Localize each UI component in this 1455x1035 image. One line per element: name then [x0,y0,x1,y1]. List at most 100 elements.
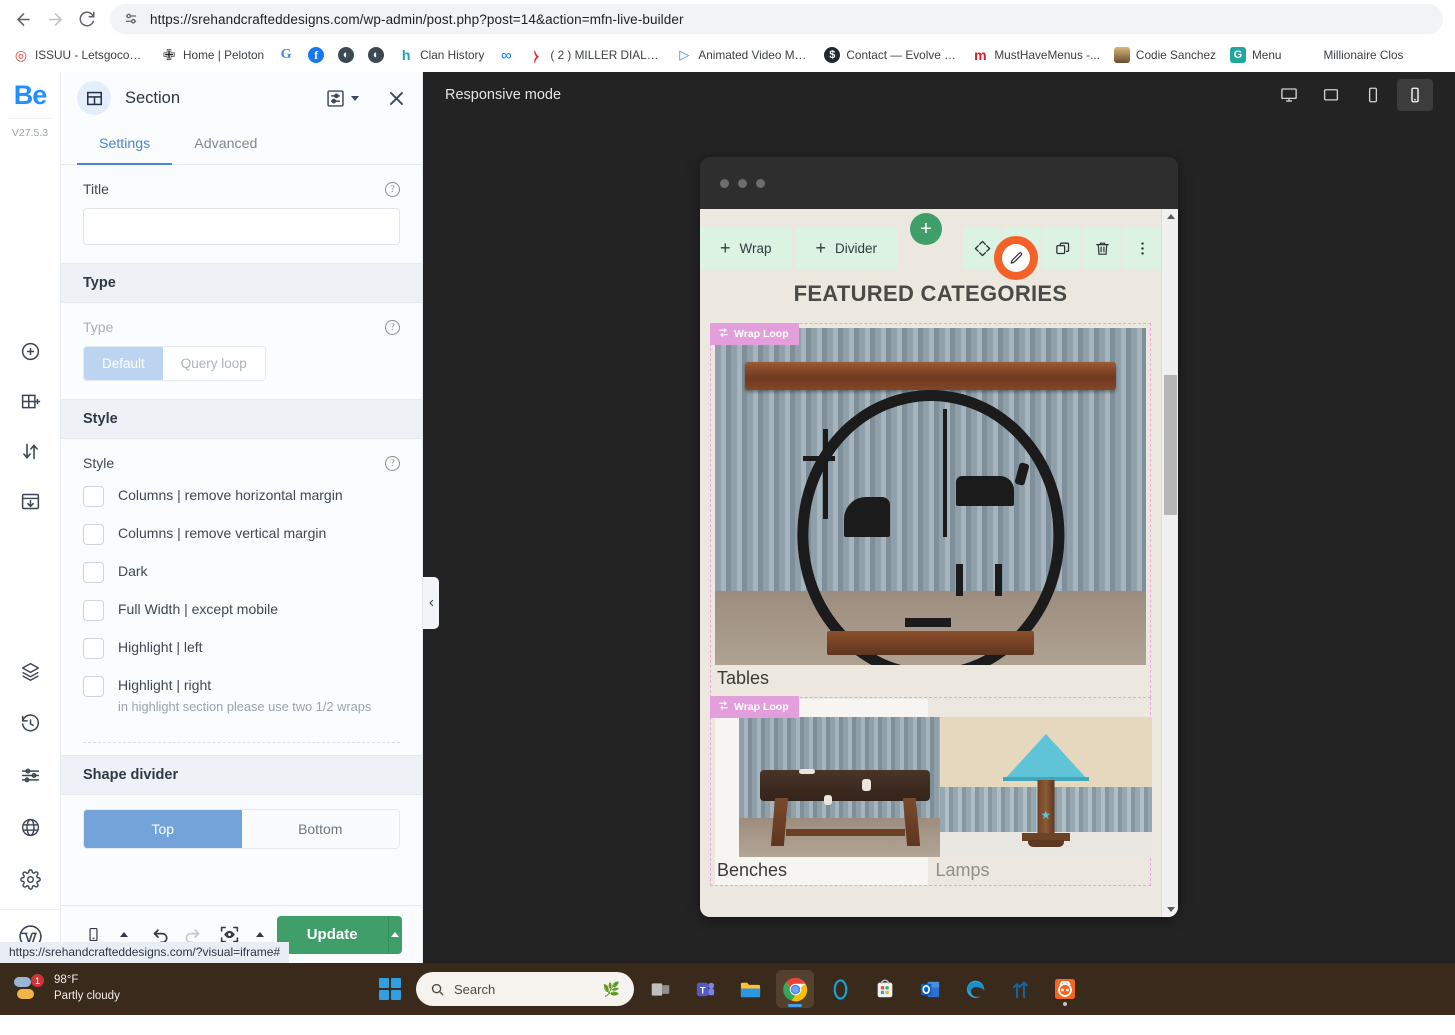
checkbox-box[interactable] [83,600,104,621]
bookmark-facebook[interactable]: f [301,44,331,66]
bookmark-miller-dialar[interactable]: ⧽ ( 2 ) MILLER DIALAR... [521,44,669,66]
add-wrap-button[interactable]: + Wrap [700,227,792,269]
checkbox-highlight-right[interactable]: Highlight | right in highlight section p… [83,667,400,724]
title-field-group: Title ? [61,165,422,263]
microsoft-edge-icon[interactable] [956,970,994,1008]
help-icon[interactable]: ? [385,319,400,335]
panel-collapse-handle[interactable] [423,577,439,629]
category-card-benches[interactable]: Benches [715,699,952,885]
forward-arrow-icon[interactable] [40,4,70,34]
import-template-icon[interactable] [14,485,46,517]
checkbox-highlight-left[interactable]: Highlight | left [83,629,400,667]
shape-divider-option-top[interactable]: Top [84,810,242,849]
shape-divider-option-bottom[interactable]: Bottom [241,810,399,849]
chevron-down-icon[interactable] [351,95,359,101]
task-view-icon[interactable] [641,970,679,1008]
bookmark-menu[interactable]: G Menu [1223,44,1289,66]
google-chrome-icon[interactable] [776,970,814,1008]
bookmark-animated-video[interactable]: ▷ Animated Video Ma... [669,44,817,66]
style-field-label: Style [83,455,115,471]
checkbox-box[interactable] [83,562,104,583]
globe-dark-icon: ◐ [338,47,355,63]
globe-icon[interactable] [14,811,46,843]
edit-pencil-highlight[interactable] [994,236,1038,280]
tablet-portrait-view-icon[interactable] [1355,79,1391,111]
checkbox-full-width-except-mobile[interactable]: Full Width | except mobile [83,591,400,629]
presets-icon[interactable] [325,88,359,109]
bookmark-peloton[interactable]: ✙ Home | Peloton [154,44,271,66]
bookmark-globe-2[interactable]: ◐ [361,44,391,66]
update-button-label[interactable]: Update [277,916,388,954]
history-icon[interactable] [14,707,46,739]
bookmark-millionaire-closer[interactable]: Millionaire Clos [1316,45,1410,65]
add-layout-icon[interactable] [14,385,46,417]
wrap-loop-benches-lamps[interactable]: Wrap Loop Benches ★ Lamps [710,696,1152,886]
type-option-query-loop[interactable]: Query loop [162,347,265,380]
bookmarks-bar: ◎ ISSUU - Letsgocoup... ✙ Home | Peloton… [0,38,1455,72]
update-button[interactable]: Update [276,915,403,954]
bookmark-musthavemenus[interactable]: m MustHaveMenus -... [965,44,1107,66]
section-icon [77,81,111,115]
preview-scrollbar[interactable] [1161,209,1178,917]
mobile-view-icon[interactable] [1397,79,1433,111]
duplicate-icon[interactable] [1043,227,1081,269]
scroll-down-arrow[interactable] [1162,902,1178,917]
microsoft-store-icon[interactable] [866,970,904,1008]
delete-trash-icon[interactable] [1083,227,1121,269]
checkbox-box[interactable] [83,638,104,659]
scrollbar-thumb[interactable] [1164,375,1177,515]
title-input[interactable] [83,208,400,245]
settings-gear-icon[interactable] [14,863,46,895]
help-icon[interactable]: ? [385,181,400,197]
update-dropdown-toggle[interactable] [387,915,402,954]
options-icon[interactable] [14,759,46,791]
wrap-loop-badge[interactable]: Wrap Loop [710,696,799,718]
add-item-icon[interactable] [14,335,46,367]
checkbox-box[interactable] [83,676,104,697]
wrap-loop-badge[interactable]: Wrap Loop [710,323,799,345]
file-explorer-icon[interactable] [731,970,769,1008]
category-card-tables[interactable]: Tables [711,324,1150,697]
bookmark-globe-1[interactable]: ◐ [331,44,361,66]
layers-icon[interactable] [14,655,46,687]
type-option-default[interactable]: Default [84,347,163,380]
category-card-lamps[interactable]: ★ Lamps [934,699,1152,885]
microsoft-outlook-icon[interactable] [911,970,949,1008]
microsoft-teams-icon[interactable]: T [686,970,724,1008]
microsoft-copilot-icon[interactable] [821,970,859,1008]
orange-app-icon[interactable] [1046,970,1084,1008]
bookmark-label: Codie Sanchez [1135,48,1216,62]
add-divider-button[interactable]: + Divider [795,227,898,269]
add-section-button[interactable]: + [910,213,942,245]
back-arrow-icon[interactable] [8,4,38,34]
bookmark-evolve-contact[interactable]: $ Contact — Evolve H... [817,44,965,66]
checkbox-columns-remove-vertical-margin[interactable]: Columns | remove vertical margin [83,515,400,553]
bookmark-clan-history[interactable]: h Clan History [391,44,491,66]
bookmark-google[interactable]: G [271,44,301,66]
address-bar[interactable]: https://srehandcrafteddesigns.com/wp-adm… [110,4,1443,34]
upward-arrows-icon[interactable] [1001,970,1039,1008]
tab-settings[interactable]: Settings [77,124,173,165]
taskbar-search[interactable]: Search 🌿 [416,972,634,1006]
checkbox-box[interactable] [83,486,104,507]
bookmark-meta[interactable]: ∞ [491,44,521,66]
bookmark-codie-sanchez[interactable]: Codie Sanchez [1107,44,1223,66]
window-dot-yellow [738,178,747,188]
reload-icon[interactable] [72,4,102,34]
reorder-icon[interactable] [14,435,46,467]
windows-start-icon[interactable] [371,970,409,1008]
checkbox-box[interactable] [83,524,104,545]
close-icon[interactable] [387,89,406,108]
site-settings-icon[interactable] [122,10,140,28]
lamps-category-image: ★ [939,717,1152,857]
tab-advanced[interactable]: Advanced [172,124,279,165]
more-options-icon[interactable] [1123,227,1161,269]
wrap-loop-tables[interactable]: Wrap Loop Tables [710,323,1151,698]
help-icon[interactable]: ? [385,455,400,471]
checkbox-dark[interactable]: Dark [83,553,400,591]
tablet-view-icon[interactable] [1313,79,1349,111]
checkbox-columns-remove-horizontal-margin[interactable]: Columns | remove horizontal margin [83,477,400,515]
bookmark-issuu[interactable]: ◎ ISSUU - Letsgocoup... [6,44,154,66]
scroll-up-arrow[interactable] [1162,209,1178,224]
desktop-view-icon[interactable] [1271,79,1307,111]
